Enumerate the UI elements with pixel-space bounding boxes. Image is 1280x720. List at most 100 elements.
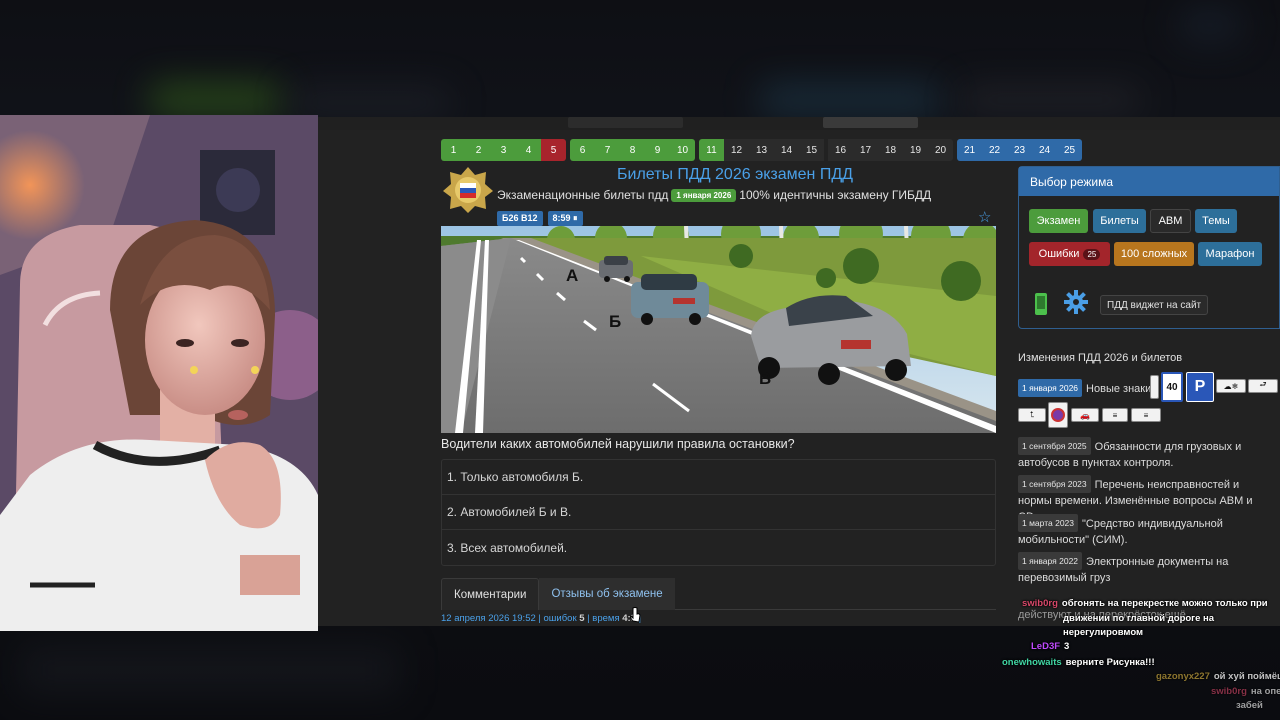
page-subtitle: Экзаменационные билеты пдд 1 января 2026 1…: [497, 188, 931, 202]
ticket-number-button[interactable]: 8: [620, 139, 645, 161]
date-badge: 1 января 2026: [671, 189, 737, 202]
errors-label: ошибок: [543, 613, 577, 624]
background-glow: [150, 85, 280, 115]
chat-text: нерегулировмом: [1063, 627, 1144, 638]
chat-text: 3: [1064, 641, 1070, 652]
top-strip: [318, 117, 1280, 130]
ticket-number-button[interactable]: 2: [466, 139, 491, 161]
chat-message: LeD3F 3: [1031, 641, 1069, 652]
mode-exam-button[interactable]: Экзамен: [1029, 209, 1088, 233]
mode-errors-label: Ошибки: [1038, 248, 1080, 260]
ticket-number-button[interactable]: 13: [749, 139, 774, 161]
subtitle-text-after: 100% идентичны экзамену ГИБДД: [739, 188, 932, 202]
timer-tag[interactable]: 8:59 ⏸: [547, 211, 583, 226]
answer-option-2[interactable]: 2. Автомобилей Б и В.: [442, 495, 995, 530]
chat-text: верните Рисунка!!!: [1065, 657, 1155, 668]
car-sign-icon: 🚗: [1071, 408, 1099, 422]
ticket-number-button[interactable]: 9: [645, 139, 670, 161]
ticket-number-button[interactable]: 25: [1057, 139, 1082, 161]
mode-hard-100-button[interactable]: 100 сложных: [1114, 242, 1194, 266]
background-glow: [960, 88, 1140, 112]
ticket-number-button[interactable]: 12: [724, 139, 749, 161]
gear-icon[interactable]: [1064, 290, 1088, 314]
news-date: 1 сентября 2023: [1018, 475, 1091, 493]
time-label: время: [592, 613, 620, 624]
ticket-group: 21 22 23 24 25: [957, 139, 1082, 161]
tab-comments[interactable]: Комментарии: [441, 578, 540, 610]
news-item[interactable]: 1 сентября 2025 Обязанности для грузовых …: [1018, 437, 1268, 471]
ticket-number-button[interactable]: 1: [441, 139, 466, 161]
mouse-cursor-icon: [630, 607, 641, 623]
chat-message: swib0rg на опе: [1211, 686, 1280, 697]
mode-tickets-button[interactable]: Билеты: [1093, 209, 1146, 233]
parking-sign-icon: P: [1186, 372, 1214, 402]
streamer-image: [0, 115, 318, 631]
ticket-tags: Б26 В12 8:59 ⏸: [497, 211, 583, 226]
mode-marathon-button[interactable]: Марафон: [1198, 242, 1262, 266]
mode-abm-button[interactable]: ABM: [1150, 209, 1191, 233]
ticket-group: 6 7 8 9 10: [570, 139, 695, 161]
background-glow: [290, 90, 450, 115]
ticket-number-button[interactable]: 23: [1007, 139, 1032, 161]
chat-message: движении по главной дороге на: [1063, 613, 1214, 624]
comment-tabs: Комментарии Отзывы об экзамене: [441, 578, 996, 610]
news-date: 1 января 2026: [1018, 379, 1083, 397]
chat-username: LeD3F: [1031, 641, 1061, 652]
turn-sign-icon: ⮐: [1248, 379, 1278, 393]
nav-pill[interactable]: [568, 117, 683, 128]
review-date: 12 апреля 2026 19:52: [441, 613, 536, 624]
ticket-number-button[interactable]: 5: [541, 139, 566, 161]
ticket-number-button[interactable]: 17: [853, 139, 878, 161]
ticket-number-button[interactable]: 4: [516, 139, 541, 161]
chat-message: нерегулировмом: [1063, 627, 1143, 638]
info-sign-icon: ≡: [1131, 408, 1161, 422]
phone-icon[interactable]: [1034, 292, 1048, 316]
news-text: Новые знаки: [1086, 383, 1152, 395]
turn-left-sign-icon: ⮤: [1018, 408, 1046, 422]
answer-list: 1. Только автомобиля Б. 2. Автомобилей Б…: [441, 459, 996, 566]
chat-username: gazonyx227: [1156, 671, 1210, 682]
chat-text: движении по главной дороге на: [1063, 613, 1215, 624]
ticket-number-button[interactable]: 16: [828, 139, 853, 161]
ticket-group: 11 12 13 14 15 16 17 18 19 20: [699, 139, 953, 161]
answer-option-3[interactable]: 3. Всех автомобилей.: [442, 530, 995, 565]
background-glow: [1180, 10, 1240, 40]
question-image: А Б В: [441, 226, 996, 433]
chat-message: gazonyx227ой хуй поймёшь: [1156, 671, 1280, 682]
news-item[interactable]: 1 марта 2023 "Средство индивидуальной моб…: [1018, 514, 1268, 548]
zone-sign-icon: [1048, 402, 1068, 428]
cargo-sign-icon: ≡: [1102, 408, 1128, 422]
ticket-number-button[interactable]: 24: [1032, 139, 1057, 161]
ticket-number-button[interactable]: 20: [928, 139, 953, 161]
mode-topics-button[interactable]: Темы: [1195, 209, 1237, 233]
mode-errors-button[interactable]: Ошибки 25: [1029, 242, 1110, 266]
google-play-button[interactable]: [823, 117, 918, 128]
ticket-number-button[interactable]: 11: [699, 139, 724, 161]
widget-button[interactable]: ПДД виджет на сайт: [1100, 295, 1209, 315]
ticket-number-button[interactable]: 19: [903, 139, 928, 161]
ticket-number-button[interactable]: 6: [570, 139, 595, 161]
ticket-number-button[interactable]: 18: [878, 139, 903, 161]
mode-panel-title: Выбор режима: [1019, 167, 1279, 196]
ticket-number-button[interactable]: 15: [799, 139, 824, 161]
ticket-number-button[interactable]: 21: [957, 139, 982, 161]
review-meta: 12 апреля 2026 19:52 | ошибок 5 | время …: [441, 613, 641, 624]
browser-page: 1 2 3 4 5 6 7 8 9 10 11 12 13 14 15 16 17 18 19 20 21 22 23 24 2…: [318, 117, 1280, 626]
ticket-number-button[interactable]: 10: [670, 139, 695, 161]
page-title: Билеты ПДД 2026 экзамен ПДД: [617, 166, 853, 183]
background-glow: [760, 85, 940, 115]
ticket-number-button[interactable]: 3: [491, 139, 516, 161]
answer-option-1[interactable]: 1. Только автомобиля Б.: [442, 460, 995, 495]
chat-text: забей: [1236, 700, 1263, 711]
favorite-star-icon[interactable]: ☆: [978, 208, 991, 226]
ticket-group: 12345: [441, 139, 566, 161]
news-item[interactable]: 1 января 2022 Электронные документы на пе…: [1018, 552, 1268, 586]
ticket-number-button[interactable]: 14: [774, 139, 799, 161]
ticket-number-button[interactable]: 7: [595, 139, 620, 161]
chat-username: onewhowaits: [1002, 657, 1062, 668]
gibdd-logo: [443, 167, 493, 213]
news-date: 1 марта 2023: [1018, 514, 1078, 532]
chat-message: onewhowaits верните Рисунка!!!: [1002, 657, 1155, 668]
ticket-number-button[interactable]: 22: [982, 139, 1007, 161]
tab-exam-reviews[interactable]: Отзывы об экзамене: [539, 578, 675, 610]
